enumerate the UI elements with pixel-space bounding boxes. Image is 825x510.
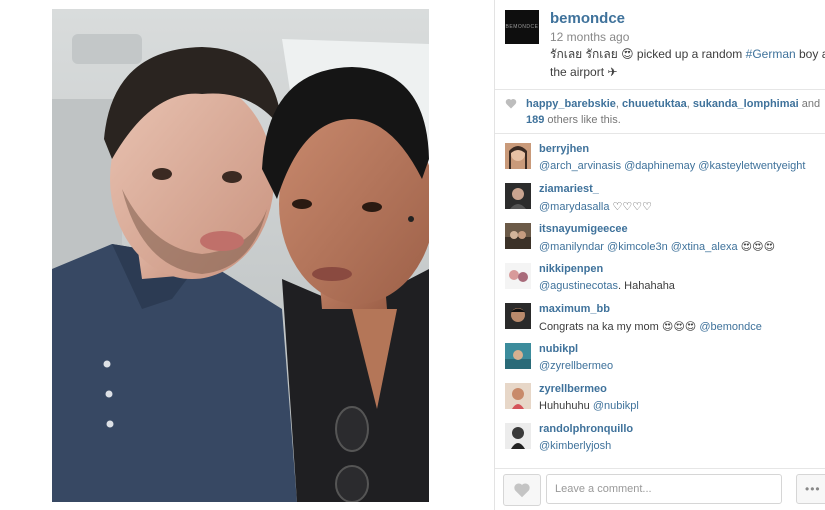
likes-summary: happy_barebskie, chuuetuktaa, sukanda_lo… xyxy=(505,96,825,128)
post-photo xyxy=(52,9,429,502)
comment-text: Huhuhuhu @nubikpl xyxy=(539,400,639,412)
likes-divider xyxy=(495,89,825,90)
avatar[interactable]: BEMONDCE xyxy=(505,10,539,44)
likes-count[interactable]: 189 xyxy=(526,114,544,126)
post-username[interactable]: bemondce xyxy=(550,10,625,27)
post-timestamp: 12 months ago xyxy=(550,30,630,44)
post-sidebar: BEMONDCE bemondce 12 months ago รักเลย ร… xyxy=(495,0,825,510)
caption-text-before: รักเลย รักเลย 😍 picked up a random xyxy=(550,47,746,61)
comment-username[interactable]: itsnayumigeecee xyxy=(539,223,628,235)
comment-username[interactable]: maximum_bb xyxy=(539,303,610,315)
comment-mention[interactable]: @kimberlyjosh xyxy=(539,440,611,452)
comment-mention[interactable]: @zyrellbermeo xyxy=(539,360,613,372)
comment-text: @zyrellbermeo xyxy=(539,360,613,372)
liker-1[interactable]: happy_barebskie xyxy=(526,98,616,110)
more-options-button[interactable]: ••• xyxy=(796,474,825,504)
footer-divider xyxy=(495,468,825,469)
comment-body: ♡♡♡♡ xyxy=(609,201,652,213)
comment-body: 😍😍😍 xyxy=(737,241,776,253)
like-button[interactable] xyxy=(503,474,541,506)
comment-body: Congrats na ka my mom 😍😍😍 xyxy=(539,321,700,333)
comment-item: ziamariest_ @marydasalla ♡♡♡♡ xyxy=(505,180,825,220)
comment-username[interactable]: randolphronquillo xyxy=(539,423,633,435)
heart-icon xyxy=(514,483,530,498)
heart-icon xyxy=(505,98,517,109)
post-header: BEMONDCE bemondce 12 months ago รักเลย ร… xyxy=(505,10,825,90)
comment-mention[interactable]: @agustinecotas xyxy=(539,280,618,292)
comment-username[interactable]: ziamariest_ xyxy=(539,183,599,195)
caption-hashtag[interactable]: #German xyxy=(746,47,796,61)
commenter-avatar[interactable] xyxy=(505,223,531,249)
comment-username[interactable]: zyrellbermeo xyxy=(539,383,607,395)
comment-item: randolphronquillo @kimberlyjosh xyxy=(505,420,825,460)
comment-text: @agustinecotas. Hahahaha xyxy=(539,280,675,292)
liker-3[interactable]: sukanda_lomphimai xyxy=(693,98,799,110)
comment-text: @kimberlyjosh xyxy=(539,440,611,452)
comment-text: @arch_arvinasis @daphinemay @kasteyletwe… xyxy=(539,160,805,172)
comment-username[interactable]: nubikpl xyxy=(539,343,578,355)
comment-item: nubikpl @zyrellbermeo xyxy=(505,340,825,380)
commenter-avatar[interactable] xyxy=(505,143,531,169)
commenter-avatar[interactable] xyxy=(505,423,531,449)
commenter-avatar[interactable] xyxy=(505,383,531,409)
commenter-avatar[interactable] xyxy=(505,303,531,329)
comment-text: Congrats na ka my mom 😍😍😍 @bemondce xyxy=(539,320,762,333)
comment-list: berryjhen @arch_arvinasis @daphinemay @k… xyxy=(505,140,825,468)
comment-text: @manilyndar @kimcole3n @xtina_alexa 😍😍😍 xyxy=(539,240,775,253)
comment-item: itsnayumigeecee @manilyndar @kimcole3n @… xyxy=(505,220,825,260)
comments-divider xyxy=(495,133,825,134)
comment-mention[interactable]: @bemondce xyxy=(699,321,762,333)
comment-item: berryjhen @arch_arvinasis @daphinemay @k… xyxy=(505,140,825,180)
comment-mention[interactable]: @manilyndar @kimcole3n @xtina_alexa xyxy=(539,241,738,253)
comment-input[interactable] xyxy=(546,474,782,504)
comment-body: Huhuhuhu xyxy=(539,400,593,412)
likes-and: and xyxy=(798,98,821,110)
selfie-image xyxy=(52,9,429,502)
comment-mention[interactable]: @nubikpl xyxy=(593,400,639,412)
commenter-avatar[interactable] xyxy=(505,183,531,209)
comment-mention[interactable]: @arch_arvinasis @daphinemay @kasteyletwe… xyxy=(539,160,805,172)
comment-body: . Hahahaha xyxy=(618,280,675,292)
post-caption: รักเลย รักเลย 😍 picked up a random #Germ… xyxy=(550,45,825,81)
likes-others: others like this. xyxy=(544,114,621,126)
comment-item: nikkipenpen @agustinecotas. Hahahaha xyxy=(505,260,825,300)
comment-item: maximum_bb Congrats na ka my mom 😍😍😍 @be… xyxy=(505,300,825,340)
comment-username[interactable]: berryjhen xyxy=(539,143,589,155)
commenter-avatar[interactable] xyxy=(505,263,531,289)
comment-text: @marydasalla ♡♡♡♡ xyxy=(539,200,652,213)
comment-mention[interactable]: @marydasalla xyxy=(539,201,609,213)
liker-2[interactable]: chuuetuktaa xyxy=(622,98,687,110)
comment-username[interactable]: nikkipenpen xyxy=(539,263,603,275)
avatar-logo-text: BEMONDCE xyxy=(505,24,539,30)
more-options-icon: ••• xyxy=(805,482,821,496)
commenter-avatar[interactable] xyxy=(505,343,531,369)
comment-item: zyrellbermeo Huhuhuhu @nubikpl xyxy=(505,380,825,420)
